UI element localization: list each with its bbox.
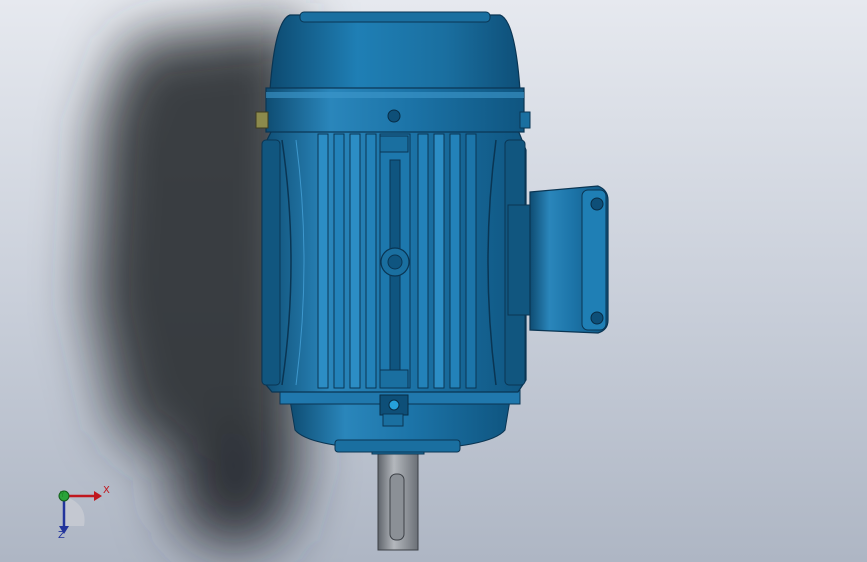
motor-shaft: [371, 445, 425, 551]
triad-graphic: [58, 490, 102, 534]
x-axis-label: X: [103, 485, 110, 496]
motor-frame: [261, 129, 527, 393]
z-axis-label: Z: [58, 530, 65, 541]
drive-end-shield: [279, 387, 521, 453]
graphics-viewport[interactable]: X Y Z: [0, 0, 867, 562]
coordinate-triad: X Y Z: [44, 476, 124, 546]
fan-cover: [255, 11, 531, 133]
y-axis-label: Y: [60, 490, 65, 499]
terminal-box[interactable]: [507, 185, 609, 334]
motor-model[interactable]: [0, 0, 867, 562]
